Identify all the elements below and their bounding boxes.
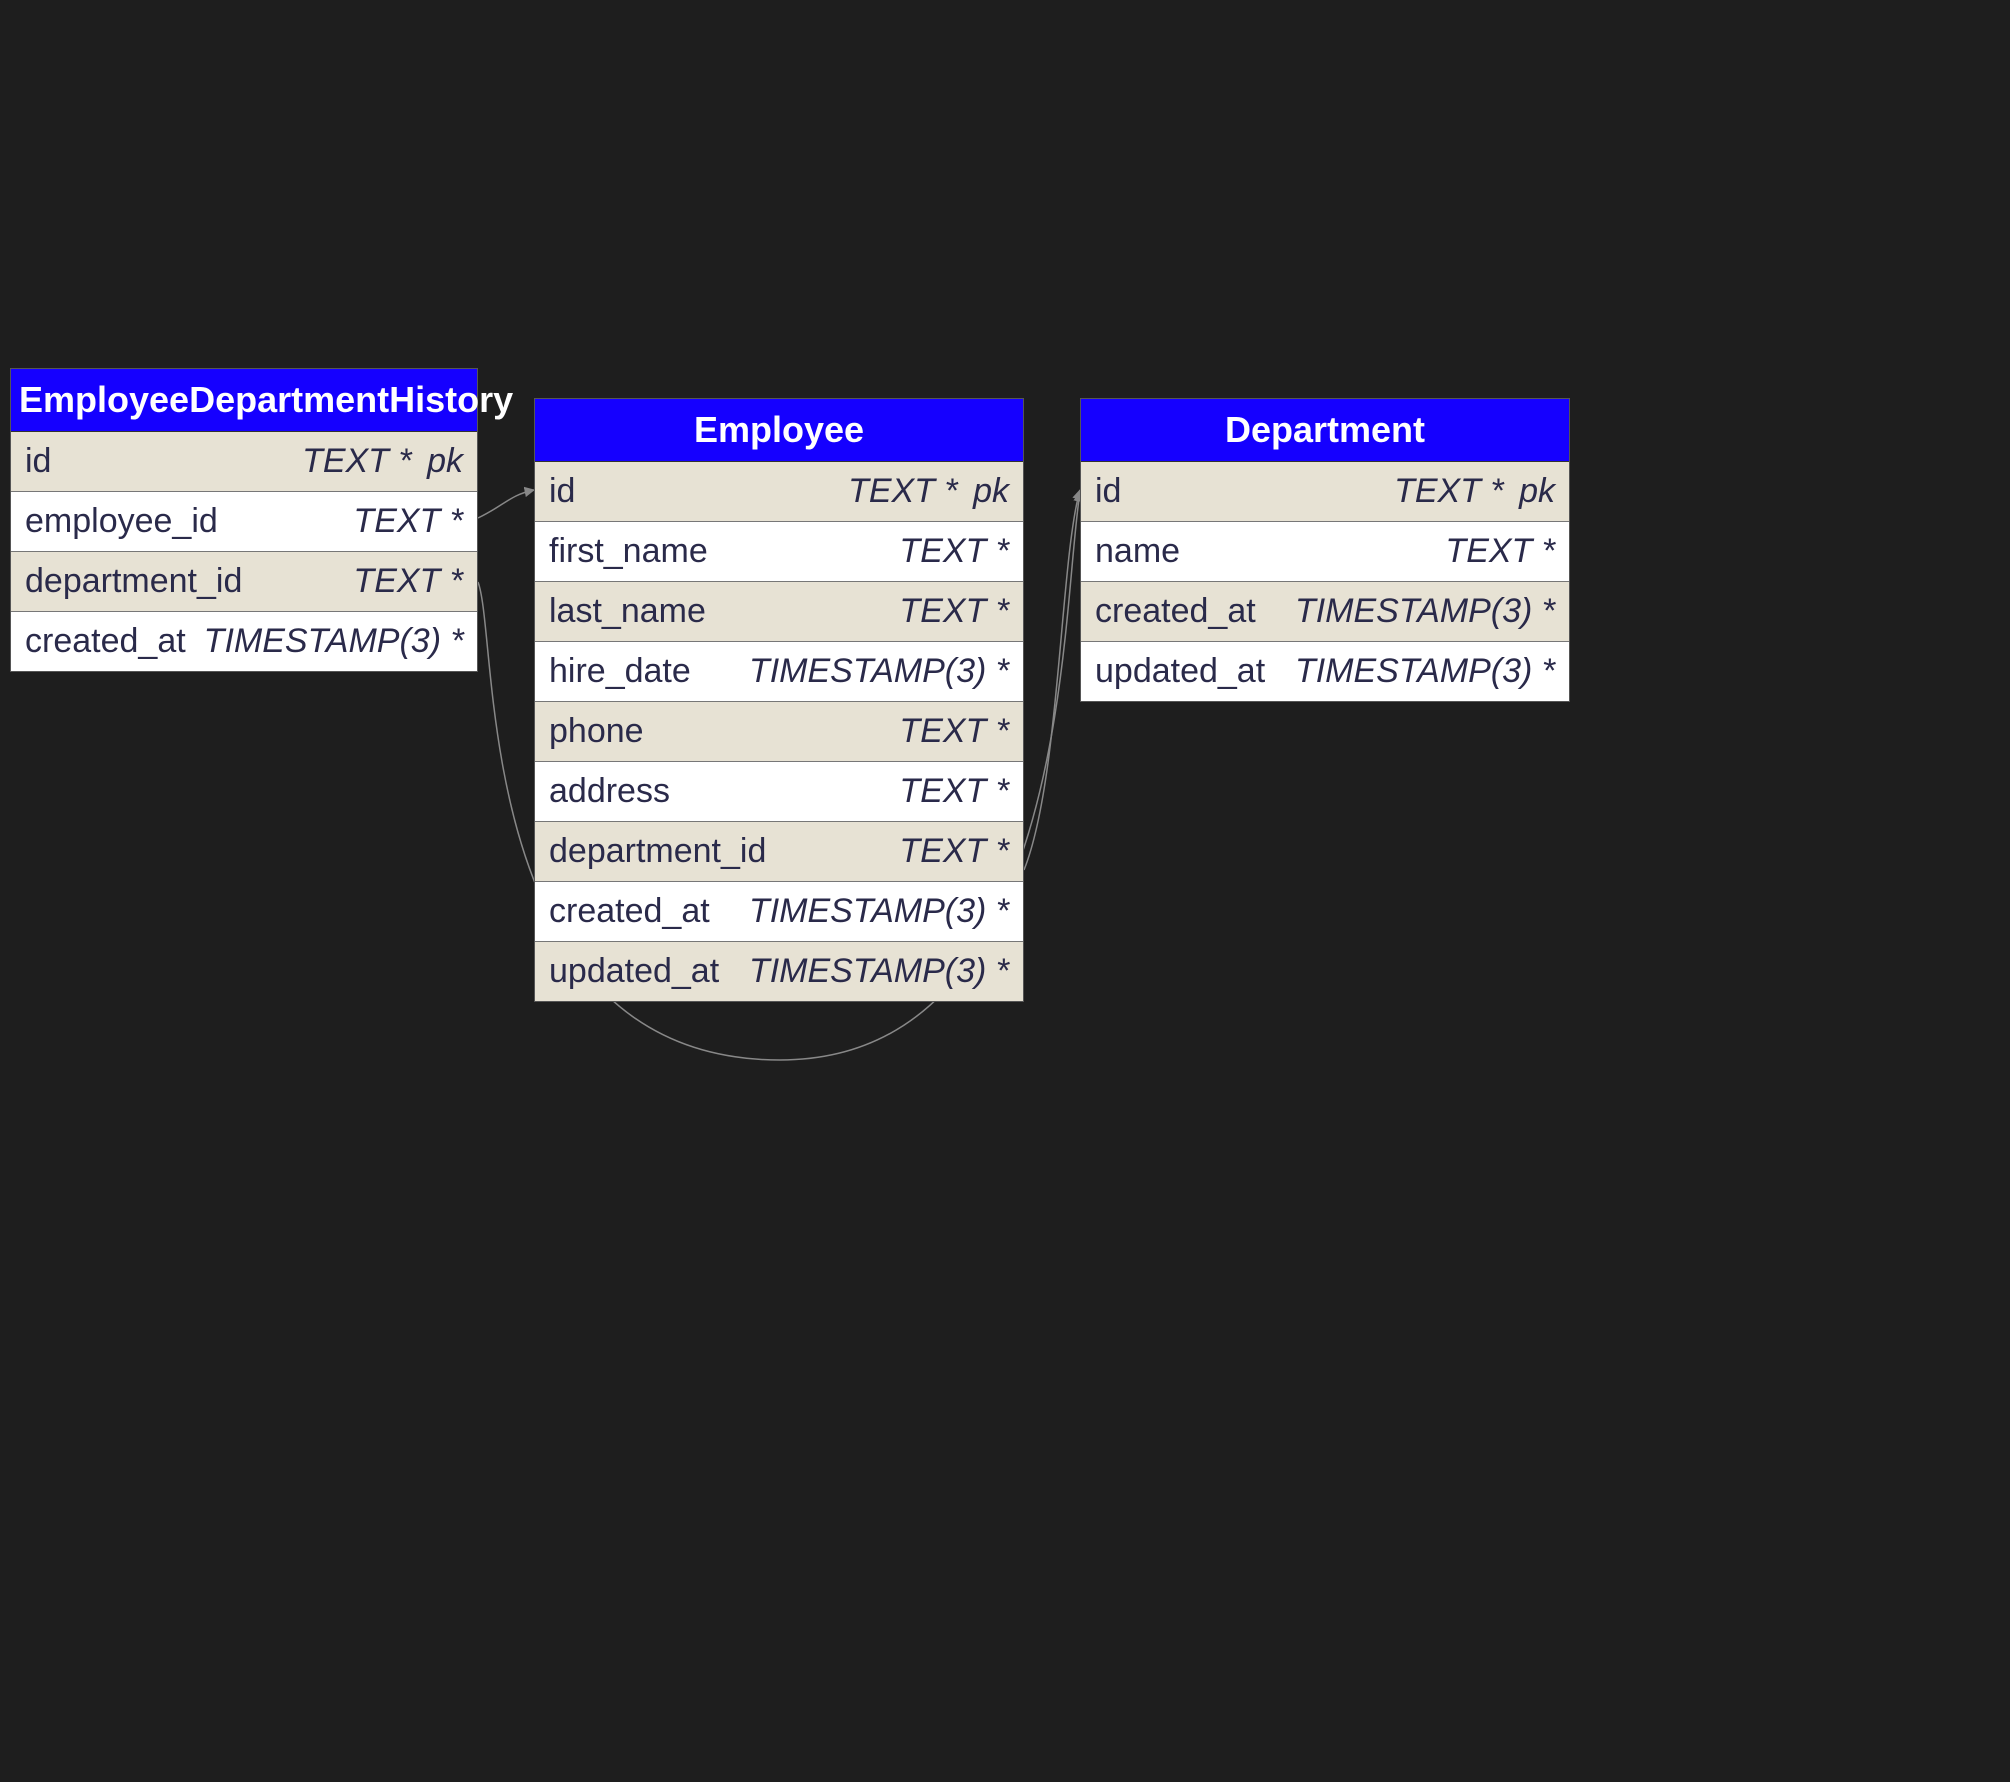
column-type: TIMESTAMP(3) *	[1295, 592, 1555, 631]
column-name: department_id	[549, 832, 766, 871]
column-created-at[interactable]: created_at TIMESTAMP(3) *	[535, 882, 1023, 942]
entity-employee[interactable]: Employee id TEXT * pk first_name TEXT * …	[534, 398, 1024, 1002]
column-type: TEXT *	[353, 502, 463, 541]
column-name: created_at	[549, 892, 710, 931]
column-phone[interactable]: phone TEXT *	[535, 702, 1023, 762]
column-type: TEXT *	[353, 562, 463, 601]
column-id[interactable]: id TEXT * pk	[535, 462, 1023, 522]
column-name: department_id	[25, 562, 242, 601]
column-name: created_at	[1095, 592, 1256, 631]
column-name: address	[549, 772, 670, 811]
column-type: TIMESTAMP(3) *	[749, 952, 1009, 991]
connector-edh-employee	[478, 490, 534, 518]
column-type: TEXT *	[899, 532, 1009, 571]
column-name: id	[25, 442, 51, 481]
entity-header: EmployeeDepartmentHistory	[11, 369, 477, 432]
column-name: hire_date	[549, 652, 691, 691]
column-type: TIMESTAMP(3) *	[749, 652, 1009, 691]
column-department-id[interactable]: department_id TEXT *	[11, 552, 477, 612]
column-last-name[interactable]: last_name TEXT *	[535, 582, 1023, 642]
entity-header: Department	[1081, 399, 1569, 462]
column-name: id	[549, 472, 575, 511]
column-type: TEXT *	[899, 712, 1009, 751]
column-name: phone	[549, 712, 644, 751]
column-first-name[interactable]: first_name TEXT *	[535, 522, 1023, 582]
column-name-col[interactable]: name TEXT *	[1081, 522, 1569, 582]
entity-department[interactable]: Department id TEXT * pk name TEXT * crea…	[1080, 398, 1570, 702]
entity-employee-department-history[interactable]: EmployeeDepartmentHistory id TEXT * pk e…	[10, 368, 478, 672]
column-type: TEXT *	[899, 772, 1009, 811]
column-type: TIMESTAMP(3) *	[749, 892, 1009, 931]
column-name: employee_id	[25, 502, 218, 541]
column-id[interactable]: id TEXT * pk	[1081, 462, 1569, 522]
column-type: TEXT * pk	[302, 442, 463, 481]
erd-canvas: EmployeeDepartmentHistory id TEXT * pk e…	[0, 0, 2010, 1782]
column-created-at[interactable]: created_at TIMESTAMP(3) *	[11, 612, 477, 671]
connector-employee-department	[1024, 490, 1080, 870]
column-employee-id[interactable]: employee_id TEXT *	[11, 492, 477, 552]
column-name: first_name	[549, 532, 708, 571]
column-name: updated_at	[549, 952, 719, 991]
column-hire-date[interactable]: hire_date TIMESTAMP(3) *	[535, 642, 1023, 702]
column-name: id	[1095, 472, 1121, 511]
column-type: TEXT * pk	[1394, 472, 1555, 511]
column-type: TIMESTAMP(3) *	[204, 622, 464, 661]
column-name: last_name	[549, 592, 706, 631]
column-type: TIMESTAMP(3) *	[1295, 652, 1555, 691]
column-updated-at[interactable]: updated_at TIMESTAMP(3) *	[535, 942, 1023, 1001]
entity-header: Employee	[535, 399, 1023, 462]
column-type: TEXT * pk	[848, 472, 1009, 511]
column-created-at[interactable]: created_at TIMESTAMP(3) *	[1081, 582, 1569, 642]
column-updated-at[interactable]: updated_at TIMESTAMP(3) *	[1081, 642, 1569, 701]
column-type: TEXT *	[1445, 532, 1555, 571]
column-name: updated_at	[1095, 652, 1265, 691]
column-department-id[interactable]: department_id TEXT *	[535, 822, 1023, 882]
column-address[interactable]: address TEXT *	[535, 762, 1023, 822]
column-type: TEXT *	[899, 832, 1009, 871]
column-id[interactable]: id TEXT * pk	[11, 432, 477, 492]
column-type: TEXT *	[899, 592, 1009, 631]
column-name: name	[1095, 532, 1180, 571]
column-name: created_at	[25, 622, 186, 661]
